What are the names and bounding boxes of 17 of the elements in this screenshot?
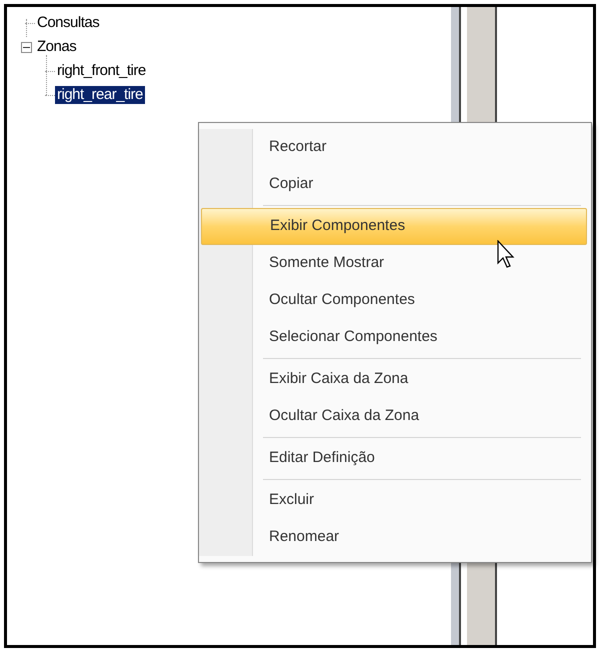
menu-item[interactable]: Exibir Caixa da Zona xyxy=(253,361,591,398)
tree-item[interactable]: Consultas xyxy=(35,14,102,32)
menu-item[interactable]: Exibir Componentes xyxy=(201,208,587,245)
menu-item[interactable]: Copiar xyxy=(253,166,591,203)
menu-item[interactable]: Recortar xyxy=(253,129,591,166)
menu-item[interactable]: Selecionar Componentes xyxy=(253,319,591,356)
tree-item[interactable]: right_front_tire xyxy=(55,62,148,80)
tree-item[interactable]: Zonas xyxy=(35,38,78,56)
menu-item[interactable]: Ocultar Caixa da Zona xyxy=(253,398,591,435)
menu-item[interactable]: Somente Mostrar xyxy=(253,245,591,282)
menu-item[interactable]: Excluir xyxy=(253,482,591,519)
menu-item[interactable]: Renomear xyxy=(253,519,591,556)
collapse-toggle-icon[interactable] xyxy=(20,42,32,52)
mouse-pointer-icon xyxy=(497,240,517,270)
menu-item[interactable]: Ocultar Componentes xyxy=(253,282,591,319)
tree-item[interactable]: right_rear_tire xyxy=(55,86,145,104)
menu-item[interactable]: Editar Definição xyxy=(253,440,591,477)
